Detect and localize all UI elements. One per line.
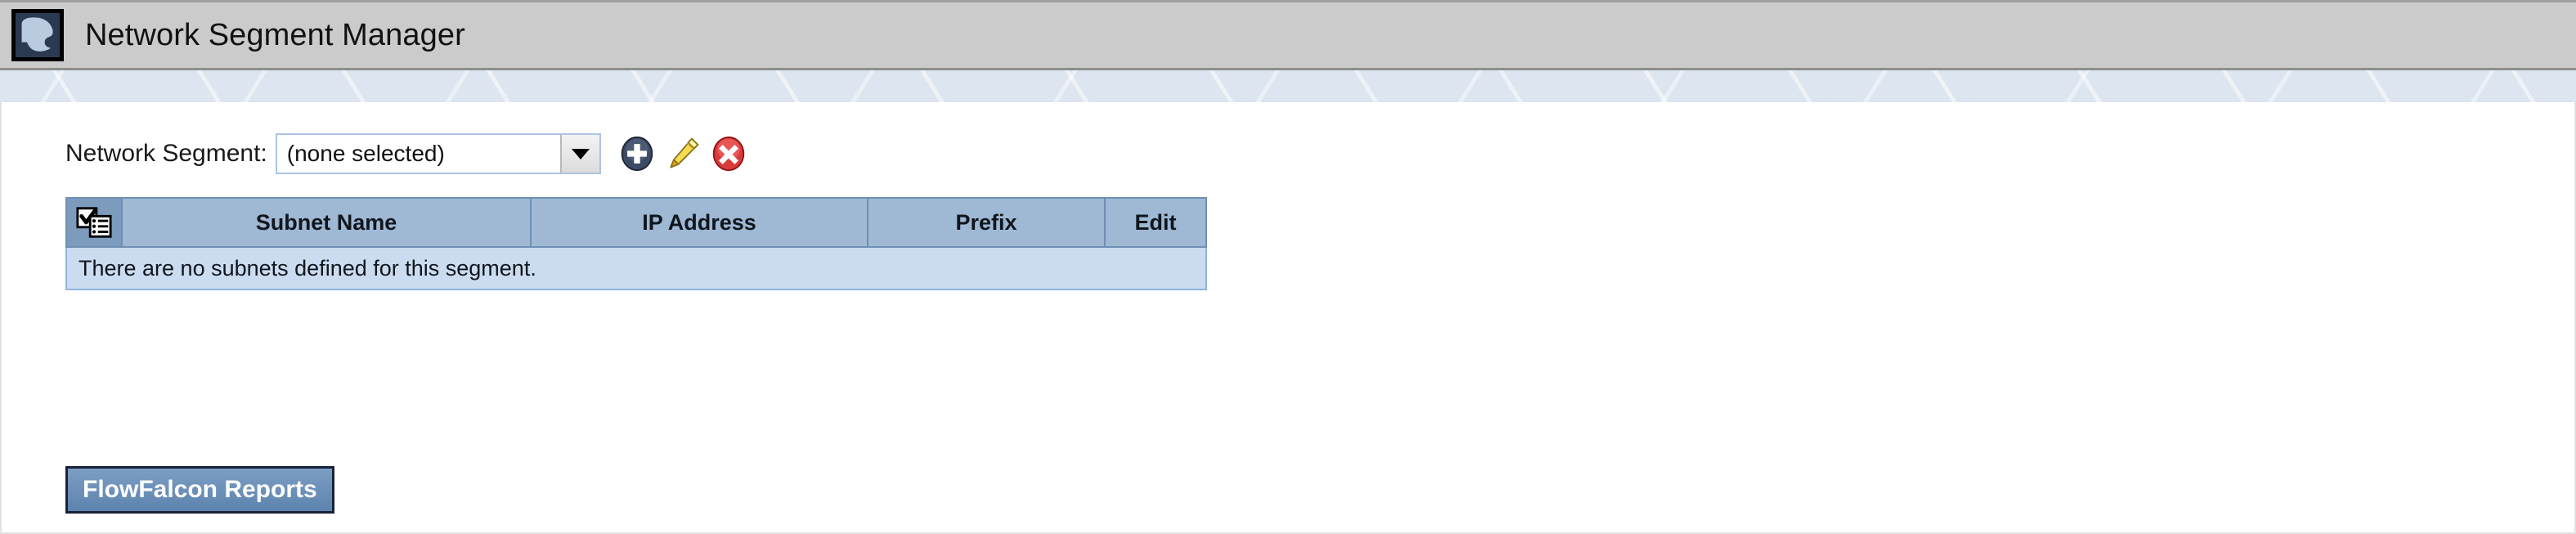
title-bar: Network Segment Manager xyxy=(0,0,2576,70)
subnet-table-empty-message: There are no subnets defined for this se… xyxy=(65,248,1207,290)
column-header-subnet-name[interactable]: Subnet Name xyxy=(123,199,532,246)
network-segment-selector-row: Network Segment: (none selected) xyxy=(65,133,747,174)
subnet-table-header: Subnet Name IP Address Prefix Edit xyxy=(65,197,1207,248)
chevron-down-icon xyxy=(571,148,590,159)
network-segment-select[interactable]: (none selected) xyxy=(275,133,601,174)
column-header-edit[interactable]: Edit xyxy=(1106,199,1205,246)
segment-action-buttons xyxy=(619,136,747,172)
network-segment-dropdown-button[interactable] xyxy=(559,135,599,173)
header-banner xyxy=(0,70,2576,102)
subnet-table: Subnet Name IP Address Prefix Edit There… xyxy=(65,197,1207,290)
network-segment-label: Network Segment: xyxy=(65,140,267,167)
column-chooser-icon xyxy=(76,207,112,238)
delete-segment-button[interactable] xyxy=(711,136,747,172)
main-content: Network Segment: (none selected) Subnet … xyxy=(0,102,2576,534)
falcon-head-icon xyxy=(11,9,64,61)
edit-segment-button[interactable] xyxy=(665,136,701,172)
network-segment-select-value[interactable]: (none selected) xyxy=(277,135,560,173)
add-segment-button[interactable] xyxy=(619,136,655,172)
column-header-ip-address[interactable]: IP Address xyxy=(532,199,868,246)
flowfalcon-reports-button[interactable]: FlowFalcon Reports xyxy=(65,466,334,514)
column-header-prefix[interactable]: Prefix xyxy=(868,199,1106,246)
page-title: Network Segment Manager xyxy=(85,17,465,52)
column-chooser-button[interactable] xyxy=(67,199,123,246)
